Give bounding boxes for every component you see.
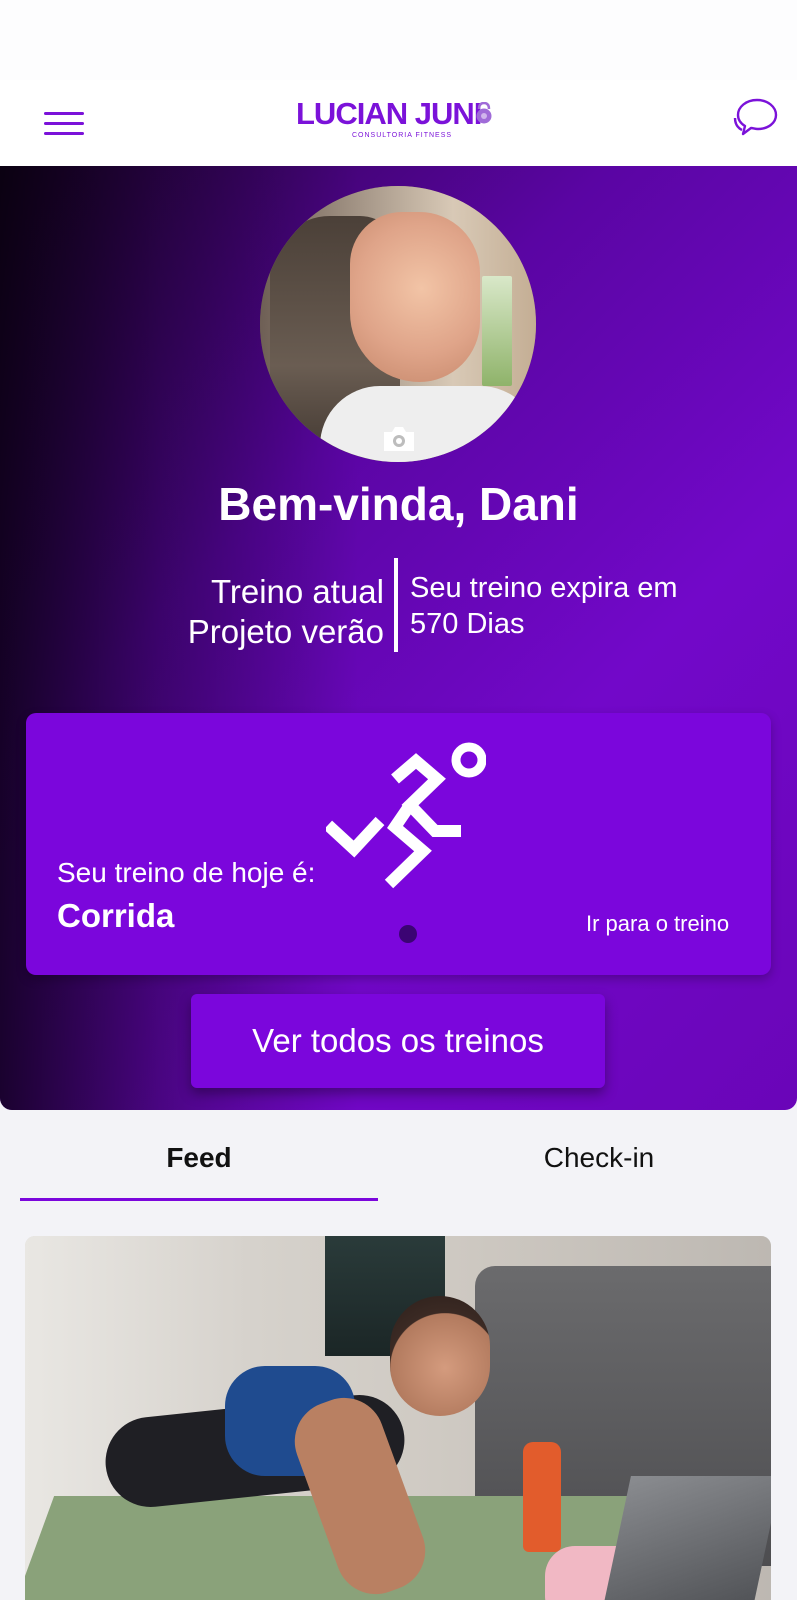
- logo-text: LUCIAN JUNI: [296, 96, 482, 131]
- view-all-workouts-button[interactable]: Ver todos os treinos: [191, 994, 605, 1088]
- today-workout-name: Corrida: [57, 897, 175, 934]
- plan-name: Projeto verão: [187, 613, 384, 650]
- divider: [394, 558, 398, 652]
- top-bar: LUCIAN JUNI CONSULTORIA FITNESS: [0, 80, 797, 167]
- app-root: LUCIAN JUNI CONSULTORIA FITNESS Bem-vind…: [0, 0, 797, 1600]
- camera-icon[interactable]: [381, 424, 417, 454]
- today-label: Seu treino de hoje é:: [57, 857, 316, 888]
- hero-panel: Bem-vinda, Dani Treino atual Projeto ver…: [0, 166, 797, 1110]
- current-plan: Treino atual Projeto verão: [100, 572, 384, 652]
- expiry-label: Seu treino expira em: [410, 572, 678, 604]
- kettlebell-icon: [476, 102, 492, 124]
- hamburger-menu-icon[interactable]: [40, 105, 88, 141]
- runner-icon: [326, 742, 486, 889]
- logo-subtitle: CONSULTORIA FITNESS: [352, 132, 453, 139]
- tab-feed[interactable]: Feed: [20, 1110, 378, 1206]
- today-workout-card[interactable]: Seu treino de hoje é: Corrida Ir para o …: [26, 713, 771, 975]
- active-tab-indicator: [20, 1198, 378, 1201]
- plan-expiry: Seu treino expira em 570 Dias: [410, 570, 750, 642]
- go-to-workout-link[interactable]: Ir para o treino: [586, 909, 766, 939]
- feed-post-image[interactable]: [25, 1236, 771, 1600]
- expiry-value: 570 Dias: [410, 608, 525, 640]
- avatar[interactable]: [260, 186, 536, 462]
- feed-tabs: Feed Check-in: [0, 1110, 797, 1206]
- plan-label: Treino atual: [210, 573, 384, 610]
- chat-icon[interactable]: [730, 94, 780, 144]
- tab-check-in[interactable]: Check-in: [420, 1110, 778, 1206]
- status-bar-area: [0, 0, 797, 80]
- welcome-heading: Bem-vinda, Dani: [218, 478, 579, 530]
- brand-logo: LUCIAN JUNI CONSULTORIA FITNESS: [296, 96, 500, 152]
- carousel-dot[interactable]: [399, 925, 417, 943]
